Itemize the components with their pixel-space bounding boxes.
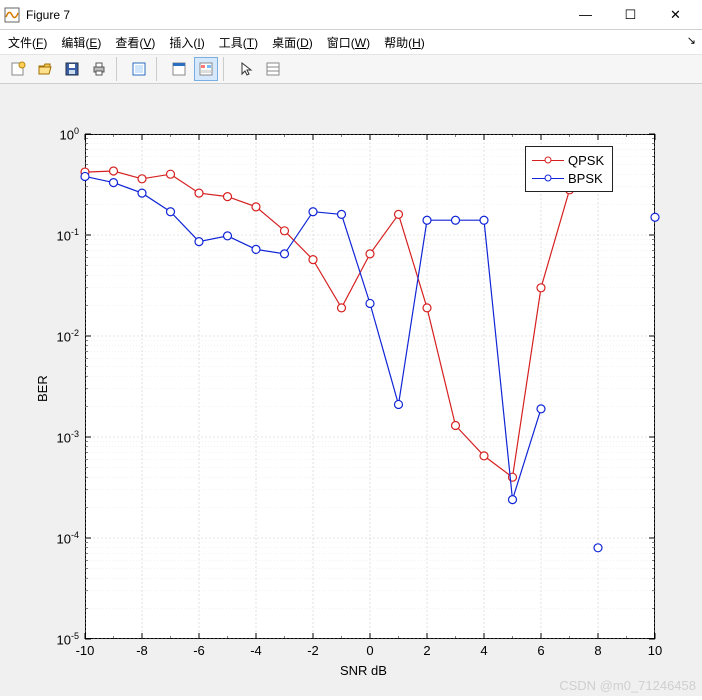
- menu-window[interactable]: 窗口(W): [327, 34, 370, 51]
- pointer-button[interactable]: [234, 57, 258, 81]
- inspector-button[interactable]: [261, 57, 285, 81]
- plot-svg: [85, 134, 655, 639]
- x-tick-label: 10: [645, 643, 665, 658]
- new-figure-button[interactable]: [6, 57, 30, 81]
- menu-tools[interactable]: 工具(T): [219, 34, 258, 51]
- toolbar-separator: [116, 57, 122, 81]
- y-axis-label: BER: [35, 375, 50, 402]
- legend-label: QPSK: [568, 153, 604, 168]
- menubar: 文件(F) 编辑(E) 查看(V) 插入(I) 工具(T) 桌面(D) 窗口(W…: [0, 30, 702, 54]
- window-title: Figure 7: [26, 8, 563, 22]
- window-controls: — ☐ ✕: [563, 1, 698, 29]
- x-axis-label: SNR dB: [340, 663, 387, 678]
- x-tick-label: 0: [360, 643, 380, 658]
- menu-help[interactable]: 帮助(H): [384, 34, 425, 51]
- x-tick-label: -4: [246, 643, 266, 658]
- menu-edit[interactable]: 编辑(E): [61, 34, 101, 51]
- legend[interactable]: QPSK BPSK: [525, 146, 613, 192]
- legend-label: BPSK: [568, 171, 603, 186]
- menu-file[interactable]: 文件(F): [8, 34, 47, 51]
- titlebar: Figure 7 — ☐ ✕: [0, 0, 702, 30]
- y-tick-label: 100: [60, 126, 79, 142]
- x-tick-label: 8: [588, 643, 608, 658]
- insert-colorbar-button[interactable]: [194, 57, 218, 81]
- linkplot-button[interactable]: [167, 57, 191, 81]
- close-button[interactable]: ✕: [653, 1, 698, 29]
- x-tick-label: -6: [189, 643, 209, 658]
- menu-overflow-icon[interactable]: ↘: [687, 34, 696, 47]
- x-tick-label: 6: [531, 643, 551, 658]
- maximize-button[interactable]: ☐: [608, 1, 653, 29]
- toolbar-separator: [156, 57, 162, 81]
- menu-insert[interactable]: 插入(I): [169, 34, 204, 51]
- minimize-button[interactable]: —: [563, 1, 608, 29]
- y-tick-label: 10-1: [57, 227, 79, 243]
- y-tick-label: 10-2: [57, 328, 79, 344]
- legend-item-qpsk[interactable]: QPSK: [532, 151, 604, 169]
- x-tick-label: -2: [303, 643, 323, 658]
- open-button[interactable]: [33, 57, 57, 81]
- legend-item-bpsk[interactable]: BPSK: [532, 169, 604, 187]
- watermark: CSDN @m0_71246458: [559, 678, 696, 693]
- toolbar: [0, 54, 702, 84]
- print-button[interactable]: [87, 57, 111, 81]
- menu-view[interactable]: 查看(V): [115, 34, 155, 51]
- save-button[interactable]: [60, 57, 84, 81]
- x-tick-label: 2: [417, 643, 437, 658]
- toolbar-separator: [223, 57, 229, 81]
- app-icon: [4, 7, 20, 23]
- x-tick-label: 4: [474, 643, 494, 658]
- y-tick-label: 10-3: [57, 429, 79, 445]
- x-tick-label: -8: [132, 643, 152, 658]
- menu-desktop[interactable]: 桌面(D): [272, 34, 313, 51]
- chart-area: SNR dB BER QPSK BPSK CSDN @m0_71246458 1…: [0, 84, 702, 696]
- data-explorer-button[interactable]: [127, 57, 151, 81]
- y-tick-label: 10-4: [57, 530, 79, 546]
- x-tick-label: -10: [75, 643, 95, 658]
